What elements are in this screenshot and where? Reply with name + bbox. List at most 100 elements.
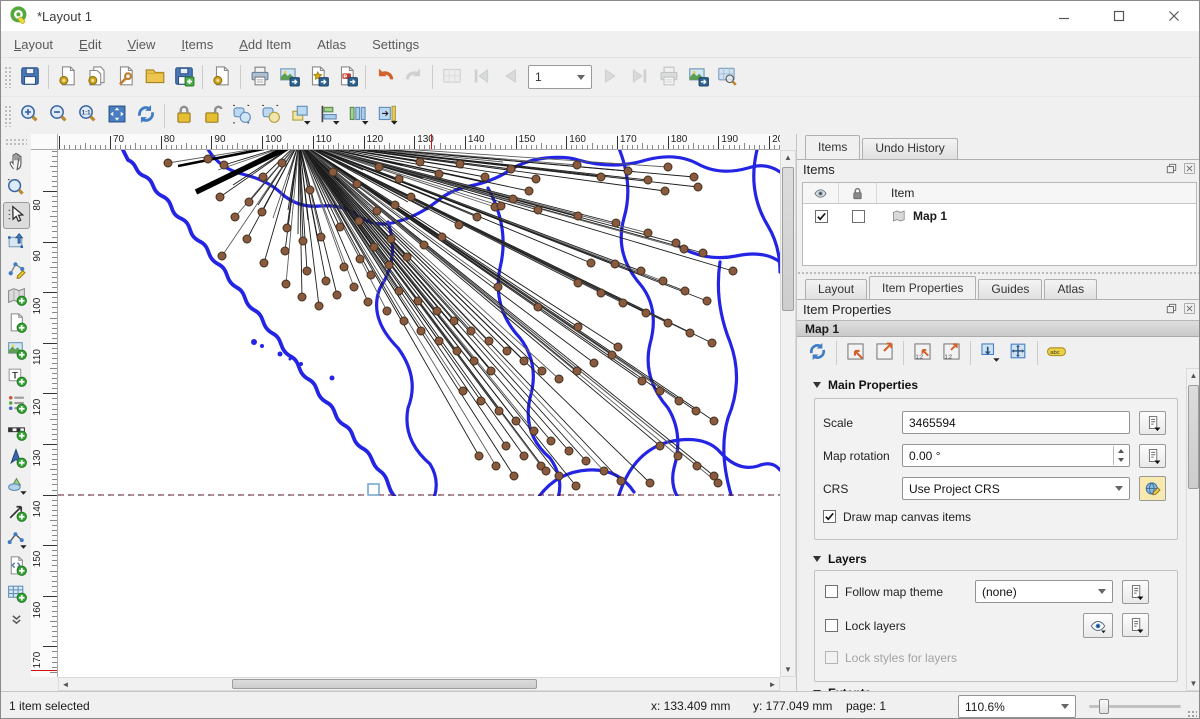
add-node-item-button[interactable] [3, 526, 30, 553]
group-header[interactable]: Main Properties [813, 378, 918, 392]
crs-combo[interactable]: Use Project CRS [902, 477, 1130, 500]
zoom-tool-button[interactable] [3, 175, 30, 202]
undo-button[interactable] [370, 63, 399, 92]
resize-items-button[interactable] [372, 101, 401, 130]
add-north-arrow-button[interactable] [3, 445, 30, 472]
edit-nodes-item-button[interactable] [3, 256, 30, 283]
menu-view[interactable]: View [114, 33, 168, 56]
table-row[interactable]: Map 1 [803, 204, 1196, 228]
interactive-edit-extent-button[interactable] [975, 338, 1004, 367]
layout-manager-button[interactable] [111, 63, 140, 92]
set-extent-to-canvas-button[interactable] [841, 338, 870, 367]
data-defined-override-button[interactable] [1139, 444, 1166, 468]
align-items-button[interactable] [314, 101, 343, 130]
spin-buttons[interactable] [1113, 446, 1128, 465]
save-project-button[interactable] [15, 63, 44, 92]
tab-undo-history[interactable]: Undo History [862, 138, 957, 159]
close-panel-icon[interactable] [1183, 162, 1196, 178]
refresh-map-preview-button[interactable] [803, 338, 832, 367]
tab-item-properties[interactable]: Item Properties [869, 276, 976, 300]
float-panel-icon[interactable] [1165, 162, 1178, 178]
scale-input[interactable]: 3465594 [902, 411, 1130, 434]
zoom-out-button[interactable] [44, 101, 73, 130]
properties-scrollbar[interactable]: ▲▼ [1186, 368, 1200, 691]
horizontal-scrollbar[interactable]: ◄► [58, 677, 780, 691]
ungroup-items-button[interactable] [256, 101, 285, 130]
data-defined-override-button[interactable] [1122, 613, 1149, 637]
raise-items-button[interactable] [285, 101, 314, 130]
close-panel-icon[interactable] [1183, 302, 1196, 318]
tab-guides[interactable]: Guides [978, 279, 1042, 300]
scroll-thumb[interactable] [782, 167, 794, 311]
duplicate-layout-button[interactable] [82, 63, 111, 92]
add-legend-button[interactable] [3, 391, 30, 418]
size-grip[interactable] [1187, 710, 1197, 718]
select-move-item-button[interactable] [3, 202, 30, 229]
export-svg-button[interactable] [303, 63, 332, 92]
visibility-presets-button[interactable] [1083, 613, 1113, 638]
previous-feature-button[interactable] [495, 63, 524, 92]
add-picture-button[interactable] [3, 337, 30, 364]
zoom-slider-handle[interactable] [1099, 699, 1109, 714]
scroll-arrow[interactable]: ▲ [1187, 369, 1200, 382]
scroll-arrow[interactable]: ▼ [781, 663, 795, 676]
float-panel-icon[interactable] [1165, 302, 1178, 318]
data-defined-override-button[interactable] [1122, 580, 1149, 604]
scroll-arrow[interactable]: ◄ [59, 678, 72, 690]
scroll-thumb[interactable] [232, 679, 537, 689]
zoom-level-combo[interactable]: 110.6% [958, 695, 1076, 718]
add-scalebar-button[interactable] [3, 418, 30, 445]
pan-tool-button[interactable] [3, 148, 30, 175]
menu-add-item[interactable]: Add Item [226, 33, 304, 56]
export-atlas-button[interactable] [683, 63, 712, 92]
scroll-arrow[interactable]: ▼ [1187, 677, 1200, 690]
export-image-button[interactable] [274, 63, 303, 92]
lock-items-button[interactable] [169, 101, 198, 130]
last-feature-button[interactable] [625, 63, 654, 92]
unlock-items-button[interactable] [198, 101, 227, 130]
first-feature-button[interactable] [466, 63, 495, 92]
group-items-button[interactable] [227, 101, 256, 130]
lock-checkbox[interactable] [852, 210, 865, 223]
scroll-arrow[interactable]: ► [766, 678, 779, 690]
map-theme-combo[interactable]: (none) [975, 580, 1113, 603]
checkbox[interactable] [825, 619, 838, 632]
group-header[interactable]: Layers [813, 552, 867, 566]
tab-atlas[interactable]: Atlas [1044, 279, 1097, 300]
zoom-full-button[interactable] [102, 101, 131, 130]
add-pages-button[interactable] [207, 63, 236, 92]
set-scale-to-canvas-button[interactable]: 1:2 [908, 338, 937, 367]
print-button[interactable] [245, 63, 274, 92]
checkbox[interactable] [823, 510, 836, 523]
atlas-settings-button[interactable] [712, 63, 741, 92]
label-settings-button[interactable]: abc [1042, 338, 1071, 367]
add-attribute-table-button[interactable] [3, 580, 30, 607]
items-table[interactable]: ItemMap 1 [802, 182, 1197, 266]
more-tools-button[interactable] [3, 607, 30, 634]
add-shape-button[interactable] [3, 472, 30, 499]
add-arrow-button[interactable] [3, 499, 30, 526]
zoom-in-button[interactable] [15, 101, 44, 130]
close-button[interactable] [1151, 1, 1197, 31]
tab-layout[interactable]: Layout [805, 279, 867, 300]
vertical-scrollbar[interactable]: ▲▼ [780, 150, 796, 677]
scroll-arrow[interactable]: ▲ [781, 151, 795, 164]
menu-atlas[interactable]: Atlas [304, 33, 359, 56]
move-item-content-button[interactable] [3, 229, 30, 256]
menu-layout[interactable]: Layout [1, 33, 66, 56]
view-extent-in-canvas-button[interactable] [870, 338, 899, 367]
tab-items[interactable]: Items [805, 135, 860, 159]
next-feature-button[interactable] [596, 63, 625, 92]
visibility-checkbox[interactable] [815, 210, 828, 223]
print-atlas-button[interactable] [654, 63, 683, 92]
add-items-from-template-button[interactable] [140, 63, 169, 92]
add-map-button[interactable] [3, 283, 30, 310]
data-defined-override-button[interactable] [1139, 411, 1166, 435]
minimize-button[interactable] [1041, 1, 1087, 31]
view-scale-in-canvas-button[interactable]: 1:2 [937, 338, 966, 367]
checkbox[interactable] [825, 585, 838, 598]
menu-settings[interactable]: Settings [359, 33, 432, 56]
menu-edit[interactable]: Edit [66, 33, 114, 56]
checkbox[interactable] [825, 651, 838, 664]
new-layout-button[interactable] [53, 63, 82, 92]
